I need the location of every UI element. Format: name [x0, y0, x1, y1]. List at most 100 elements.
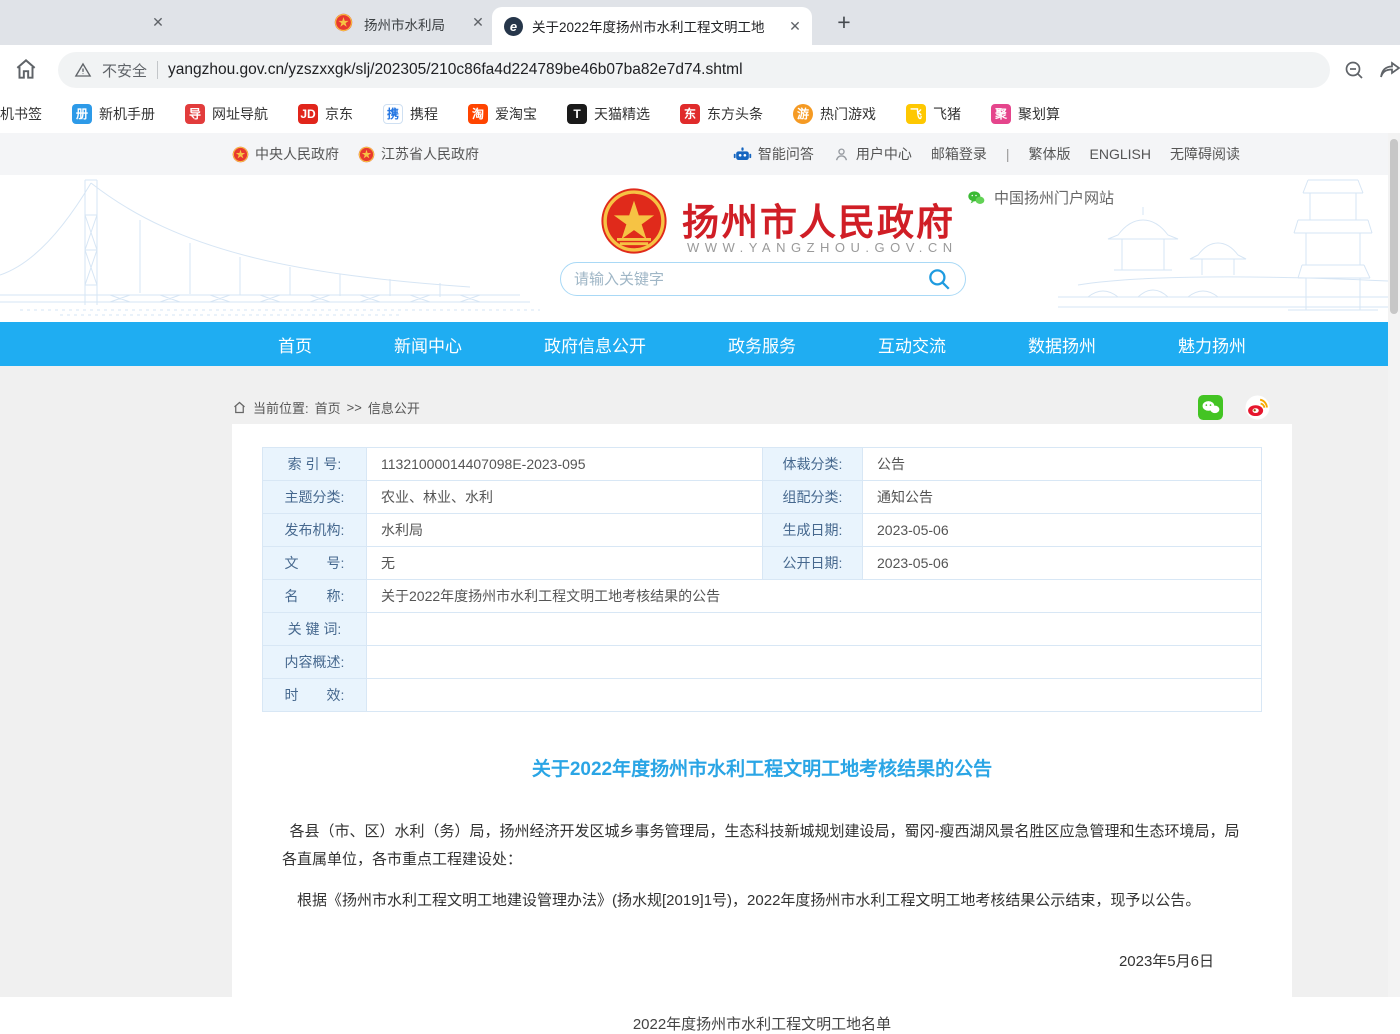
breadcrumb-current: 信息公开 [368, 398, 420, 417]
topbar-left-links: 中央人民政府 江苏省人民政府 [232, 144, 479, 164]
main-nav: 首页 新闻中心 政府信息公开 政务服务 互动交流 数据扬州 魅力扬州 [232, 322, 1292, 366]
bookmark-item[interactable]: 淘 爱淘宝 [468, 104, 537, 124]
new-tab-button[interactable]: + [830, 8, 858, 36]
site-title: 扬州市人民政府 [682, 192, 955, 246]
nav-item[interactable]: 魅力扬州 [1178, 332, 1246, 357]
robot-icon [733, 145, 752, 164]
bookmark-label: 热门游戏 [820, 104, 876, 124]
bookmark-label: 机书签 [0, 104, 42, 124]
meta-table-row: 发布机构:水利局生成日期:2023-05-06 [263, 514, 1262, 547]
security-label[interactable]: 不安全 [102, 60, 147, 81]
topbar-separator: | [1006, 146, 1010, 162]
bookmark-label: 飞猪 [933, 104, 961, 124]
portal-label: 中国扬州门户网站 [994, 187, 1114, 208]
article-body: 各县（市、区）水利（务）局，扬州经济开发区城乡事务管理局，生态科技新城规划建设局… [262, 818, 1262, 1034]
scrollbar-track[interactable] [1388, 133, 1400, 997]
bookmark-label: 网址导航 [212, 104, 268, 124]
meta-table-row: 时 效: [263, 679, 1262, 712]
national-emblem-logo [600, 187, 668, 255]
link-label: 中央人民政府 [255, 144, 339, 164]
nav-item[interactable]: 政务服务 [728, 332, 796, 357]
portal-link[interactable]: 中国扬州门户网站 [966, 187, 1114, 208]
bookmark-item[interactable]: 聚 聚划算 [991, 104, 1060, 124]
home-breadcrumb-icon [232, 400, 247, 415]
bridge-sketch-art [0, 175, 640, 322]
link-english[interactable]: ENGLISH [1090, 146, 1151, 162]
bookmark-item[interactable]: T 天猫精选 [567, 104, 650, 124]
link-central-government[interactable]: 中央人民政府 [232, 144, 339, 164]
bookmark-item[interactable]: 携 携程 [383, 104, 438, 124]
bookmark-label: 爱淘宝 [495, 104, 537, 124]
home-icon[interactable] [13, 56, 39, 82]
tab-active-announcement[interactable]: e 关于2022年度扬州市水利工程文明工地 ✕ [492, 7, 812, 45]
meta-label: 发布机构: [263, 514, 367, 547]
nav-item[interactable]: 首页 [278, 332, 312, 357]
meta-label: 关 键 词: [263, 613, 367, 646]
nav-item[interactable]: 新闻中心 [394, 332, 462, 357]
bookmark-item[interactable]: 导 网址导航 [185, 104, 268, 124]
link-label: 繁体版 [1029, 144, 1071, 164]
zoom-out-icon[interactable] [1342, 58, 1366, 82]
meta-label: 时 效: [263, 679, 367, 712]
meta-label: 公开日期: [763, 547, 863, 580]
site-domain: WWW.YANGZHOU.GOV.CN [687, 240, 958, 255]
bookmark-item[interactable]: 机书签 [0, 104, 42, 124]
meta-value: 11321000014407098E-2023-095 [367, 448, 763, 481]
wechat-icon [966, 188, 986, 208]
bookmark-favicon-icon: 册 [72, 104, 92, 124]
link-jiangsu-government[interactable]: 江苏省人民政府 [358, 144, 479, 164]
meta-value [367, 613, 1262, 646]
tab-yangzhou-water-bureau[interactable]: 扬州市水利局 [364, 14, 445, 34]
link-smart-qa[interactable]: 智能问答 [733, 144, 814, 164]
share-weibo-icon[interactable] [1245, 395, 1270, 420]
link-mail-login[interactable]: 邮箱登录 [931, 144, 987, 164]
meta-label: 体裁分类: [763, 448, 863, 481]
nav-item[interactable]: 互动交流 [878, 332, 946, 357]
bookmark-label: 新机手册 [99, 104, 155, 124]
url-text[interactable]: yangzhou.gov.cn/yzszxxgk/slj/202305/210c… [168, 61, 743, 79]
search-icon[interactable] [926, 266, 952, 292]
bookmark-favicon-icon: 导 [185, 104, 205, 124]
meta-value: 关于2022年度扬州市水利工程文明工地考核结果的公告 [367, 580, 1262, 613]
meta-value: 公告 [863, 448, 1262, 481]
meta-table-row: 主题分类:农业、林业、水利组配分类:通知公告 [263, 481, 1262, 514]
search-input[interactable] [574, 271, 926, 288]
link-accessibility[interactable]: 无障碍阅读 [1170, 144, 1240, 164]
tab-strip: ✕ 扬州市水利局 ✕ e 关于2022年度扬州市水利工程文明工地 ✕ + [0, 0, 1400, 45]
address-divider [157, 61, 158, 79]
share-wechat-icon[interactable] [1198, 395, 1223, 420]
topbar-right-links: 智能问答 用户中心 邮箱登录 | 繁体版 ENGLISH 无障碍阅读 [733, 144, 1240, 164]
bookmark-favicon-icon: 游 [793, 104, 813, 124]
bookmarks-bar: 机书签 册 新机手册 导 网址导航 JD 京东 携 携程 淘 爱淘宝 T 天猫精… [0, 95, 1400, 133]
bookmark-item[interactable]: 游 热门游戏 [793, 104, 876, 124]
share-icon[interactable] [1378, 58, 1400, 82]
nav-item[interactable]: 政府信息公开 [544, 332, 646, 357]
nav-item[interactable]: 数据扬州 [1028, 332, 1096, 357]
scrollbar-thumb[interactable] [1390, 139, 1398, 314]
link-user-center[interactable]: 用户中心 [833, 144, 912, 164]
link-traditional-chinese[interactable]: 繁体版 [1029, 144, 1071, 164]
address-bar[interactable]: 不安全 yangzhou.gov.cn/yzszxxgk/slj/202305/… [58, 52, 1330, 88]
meta-label: 文 号: [263, 547, 367, 580]
link-label: ENGLISH [1090, 146, 1151, 162]
meta-table-row: 索 引 号:11321000014407098E-2023-095体裁分类:公告 [263, 448, 1262, 481]
bookmark-favicon-icon: 淘 [468, 104, 488, 124]
breadcrumb-prefix: 当前位置: [253, 398, 309, 417]
bookmark-favicon-icon: T [567, 104, 587, 124]
gov-emblem-icon [358, 146, 375, 163]
article-card: 索 引 号:11321000014407098E-2023-095体裁分类:公告… [232, 424, 1292, 997]
meta-label: 主题分类: [263, 481, 367, 514]
bookmark-item[interactable]: 飞 飞猪 [906, 104, 961, 124]
gov-topbar: 中央人民政府 江苏省人民政府 智能问答 用户中心 邮箱登录 | 繁体版 ENGL… [0, 133, 1388, 175]
link-label: 无障碍阅读 [1170, 144, 1240, 164]
breadcrumb-home-link[interactable]: 首页 [315, 398, 341, 417]
bookmark-item[interactable]: 册 新机手册 [72, 104, 155, 124]
meta-label: 名 称: [263, 580, 367, 613]
close-icon[interactable]: ✕ [148, 12, 168, 32]
close-icon[interactable]: ✕ [786, 18, 804, 35]
meta-table-body: 索 引 号:11321000014407098E-2023-095体裁分类:公告… [263, 448, 1262, 712]
bookmark-item[interactable]: JD 京东 [298, 104, 353, 124]
meta-table: 索 引 号:11321000014407098E-2023-095体裁分类:公告… [262, 447, 1262, 712]
close-icon[interactable]: ✕ [468, 12, 488, 32]
bookmark-item[interactable]: 东 东方头条 [680, 104, 763, 124]
